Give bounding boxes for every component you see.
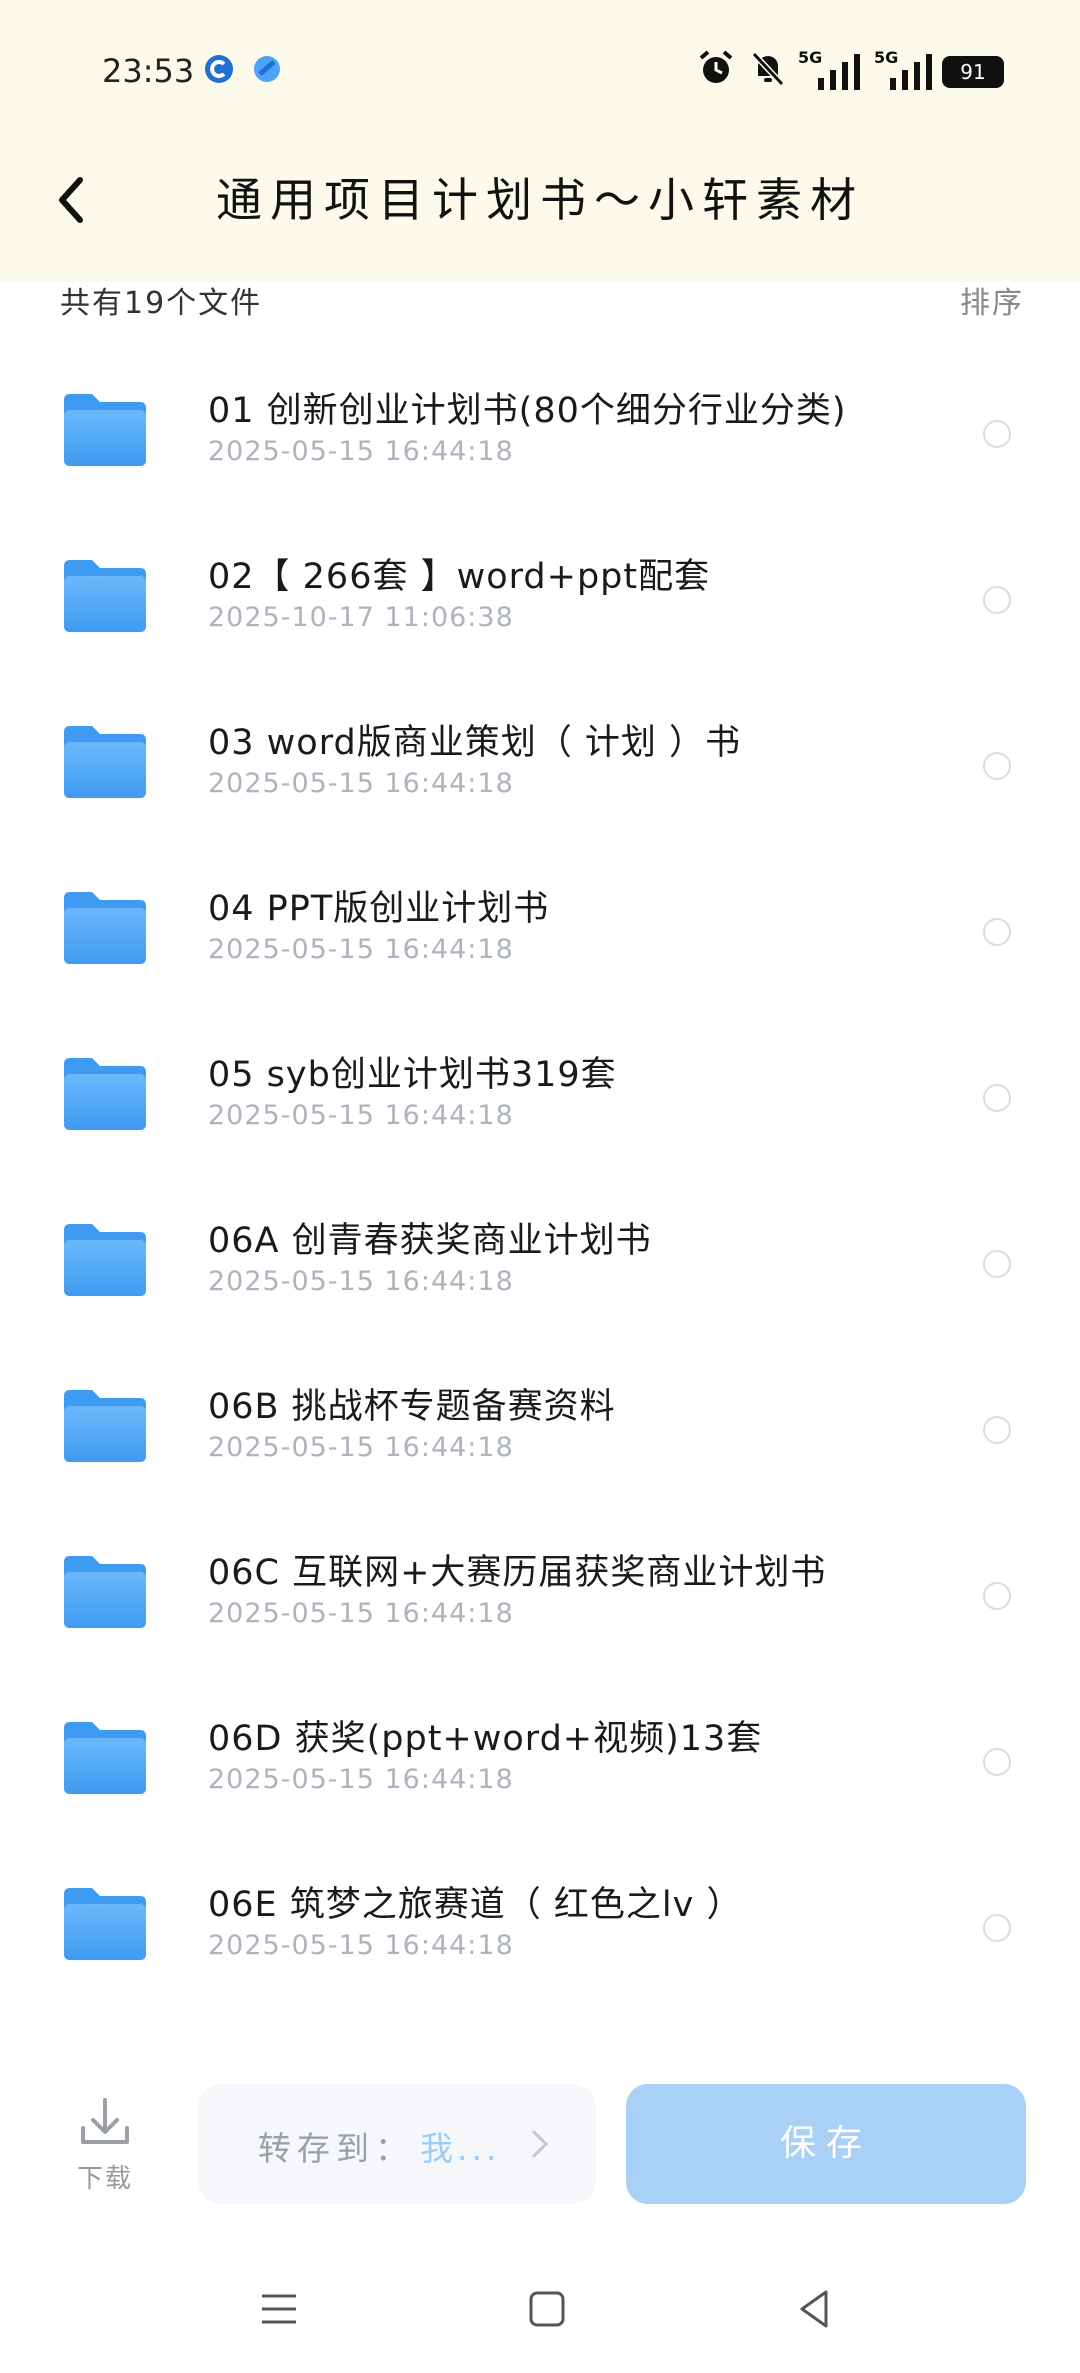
- file-date: 2025-10-17 11:06:38: [208, 602, 514, 633]
- file-list-item[interactable]: 05 syb创业计划书319套 2025-05-15 16:44:18: [0, 994, 1080, 1160]
- file-name: 03 word版商业策划（ 计划 ）书: [208, 723, 741, 763]
- transfer-to-selector[interactable]: 转存到： 我...: [198, 2084, 596, 2204]
- file-list-item[interactable]: 06E 筑梦之旅赛道（ 红色之lv ） 2025-05-15 16:44:18: [0, 1824, 1080, 1990]
- download-button[interactable]: 下载: [70, 2094, 140, 2195]
- transfer-target: 我...: [420, 2129, 501, 2168]
- file-name: 05 syb创业计划书319套: [208, 1055, 617, 1095]
- file-list-item[interactable]: 04 PPT版创业计划书 2025-05-15 16:44:18: [0, 828, 1080, 994]
- file-date: 2025-05-15 16:44:18: [208, 768, 514, 799]
- mute-icon: [751, 51, 785, 87]
- folder-icon: [64, 726, 146, 798]
- folder-icon: [64, 1390, 146, 1462]
- select-radio[interactable]: [983, 1748, 1011, 1776]
- file-list-item[interactable]: 06C 互联网+大赛历届获奖商业计划书 2025-05-15 16:44:18: [0, 1492, 1080, 1658]
- folder-icon: [64, 394, 146, 466]
- file-name: 02【 266套 】word+ppt配套: [208, 557, 711, 597]
- file-list-item[interactable]: 03 word版商业策划（ 计划 ）书 2025-05-15 16:44:18: [0, 662, 1080, 828]
- chevron-left-icon[interactable]: [48, 170, 96, 230]
- home-square-icon[interactable]: [522, 2284, 572, 2334]
- file-name: 04 PPT版创业计划书: [208, 889, 550, 929]
- file-date: 2025-05-15 16:44:18: [208, 1432, 514, 1463]
- folder-icon: [64, 560, 146, 632]
- signal-5g-icon: 5G: [798, 48, 864, 92]
- app-dot-icon: [254, 56, 280, 82]
- status-time: 23:53: [102, 52, 195, 90]
- file-date: 2025-05-15 16:44:18: [208, 1930, 514, 1961]
- alarm-icon: [699, 50, 733, 83]
- file-date: 2025-05-15 16:44:18: [208, 934, 514, 965]
- select-radio[interactable]: [983, 586, 1011, 614]
- select-radio[interactable]: [983, 1914, 1011, 1942]
- file-name: 06E 筑梦之旅赛道（ 红色之lv ）: [208, 1885, 743, 1925]
- folder-icon: [64, 1722, 146, 1794]
- chevron-right-icon: [532, 2130, 549, 2158]
- file-list: 01 创新创业计划书(80个细分行业分类) 2025-05-15 16:44:18…: [0, 330, 1080, 1990]
- file-name: 06B 挑战杯专题备赛资料: [208, 1387, 616, 1427]
- file-date: 2025-05-15 16:44:18: [208, 436, 514, 467]
- file-date: 2025-05-15 16:44:18: [208, 1598, 514, 1629]
- file-name: 06D 获奖(ppt+word+视频)13套: [208, 1719, 763, 1759]
- file-date: 2025-05-15 16:44:18: [208, 1764, 514, 1795]
- select-radio[interactable]: [983, 1250, 1011, 1278]
- bottom-action-bar: 下载 转存到： 我... 保存: [0, 2070, 1080, 2210]
- transfer-label: 转存到：: [258, 2129, 414, 2168]
- file-date: 2025-05-15 16:44:18: [208, 1266, 514, 1297]
- file-list-item[interactable]: 06A 创青春获奖商业计划书 2025-05-15 16:44:18: [0, 1160, 1080, 1326]
- file-list-item[interactable]: 01 创新创业计划书(80个细分行业分类) 2025-05-15 16:44:18: [0, 330, 1080, 496]
- menu-icon[interactable]: [254, 2284, 304, 2334]
- file-count: 共有19个文件: [60, 286, 263, 321]
- system-nav-bar: [0, 2260, 1080, 2360]
- select-radio[interactable]: [983, 752, 1011, 780]
- save-button[interactable]: 保存: [626, 2084, 1026, 2204]
- file-list-item[interactable]: 06D 获奖(ppt+word+视频)13套 2025-05-15 16:44:1…: [0, 1658, 1080, 1824]
- select-radio[interactable]: [983, 1582, 1011, 1610]
- file-name: 01 创新创业计划书(80个细分行业分类): [208, 391, 847, 431]
- file-name: 06A 创青春获奖商业计划书: [208, 1221, 652, 1261]
- file-date: 2025-05-15 16:44:18: [208, 1100, 514, 1131]
- signal-5g-icon: 5G: [874, 48, 936, 92]
- battery-indicator: 91: [942, 56, 1004, 88]
- download-label: 下载: [76, 2164, 133, 2194]
- file-name: 06C 互联网+大赛历届获奖商业计划书: [208, 1553, 827, 1593]
- status-bar: 23:53 5G 5G 91: [0, 0, 1080, 140]
- folder-icon: [64, 1556, 146, 1628]
- app-c-icon: [205, 55, 233, 83]
- file-list-item[interactable]: 02【 266套 】word+ppt配套 2025-10-17 11:06:38: [0, 496, 1080, 662]
- folder-icon: [64, 1224, 146, 1296]
- page-title: 通用项目计划书～小轩素材: [216, 173, 864, 227]
- folder-icon: [64, 1888, 146, 1960]
- file-list-item[interactable]: 06B 挑战杯专题备赛资料 2025-05-15 16:44:18: [0, 1326, 1080, 1492]
- folder-icon: [64, 892, 146, 964]
- select-radio[interactable]: [983, 420, 1011, 448]
- folder-icon: [64, 1058, 146, 1130]
- select-radio[interactable]: [983, 918, 1011, 946]
- select-radio[interactable]: [983, 1416, 1011, 1444]
- sort-button[interactable]: 排序: [960, 278, 1024, 322]
- back-triangle-icon[interactable]: [790, 2284, 840, 2334]
- select-radio[interactable]: [983, 1084, 1011, 1112]
- download-icon: [81, 2098, 129, 2144]
